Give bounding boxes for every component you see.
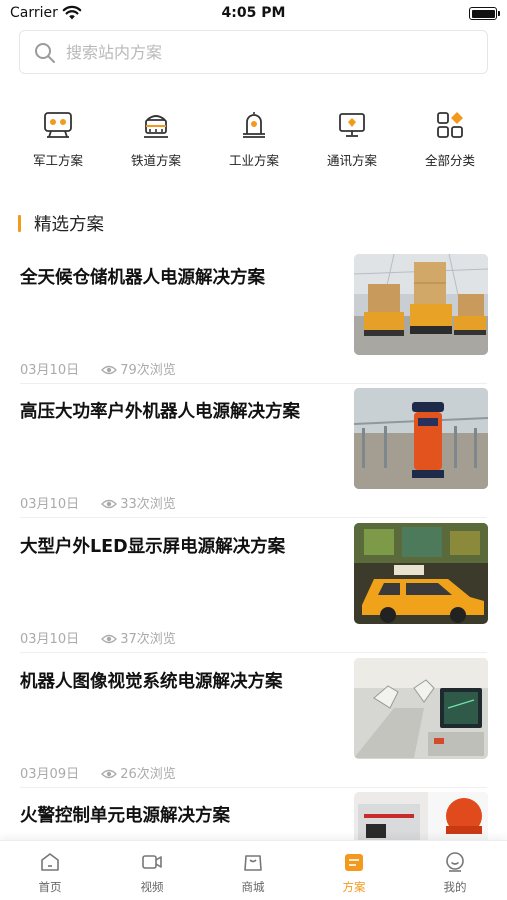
article-title: 火警控制单元电源解决方案 [20, 806, 230, 826]
article-item[interactable]: 全天候仓储机器人电源解决方案 03月10日 79次浏览 [0, 254, 507, 400]
category-label: 铁道方案 [130, 153, 181, 168]
home-icon [41, 853, 59, 871]
article-title: 机器人图像视觉系统电源解决方案 [20, 672, 283, 692]
military-icon [44, 112, 72, 138]
tab-label: 视频 [140, 880, 164, 894]
tab-label: 方案 [342, 880, 366, 894]
tab-home[interactable]: 首页 [10, 851, 90, 895]
article-date: 03月10日 [20, 632, 80, 647]
solution-icon [345, 854, 363, 871]
category-military[interactable]: 军工方案 [18, 108, 98, 170]
eye-icon [101, 634, 118, 644]
railway-icon [144, 115, 168, 138]
divider [20, 652, 487, 653]
article-views: 26次浏览 [120, 767, 176, 782]
eye-icon [101, 365, 118, 375]
outdoor-robot-image [354, 388, 488, 489]
category-railway[interactable]: 铁道方案 [116, 108, 196, 170]
divider [20, 383, 487, 384]
search-input[interactable] [66, 37, 466, 67]
tab-label: 我的 [443, 880, 467, 894]
article-item[interactable]: 高压大功率户外机器人电源解决方案 03月10日 33次浏览 [0, 388, 507, 534]
bottom-tab-bar: 首页 视频 商城 方案 我的 [0, 840, 507, 900]
industrial-icon [243, 112, 265, 138]
article-title: 大型户外LED显示屏电源解决方案 [20, 537, 286, 557]
article-date: 03月09日 [20, 767, 80, 782]
article-item[interactable]: 机器人图像视觉系统电源解决方案 03月09日 26次浏览 [0, 658, 507, 804]
tab-label: 商城 [241, 880, 265, 894]
led-display-taxi-image [354, 523, 488, 624]
video-icon [142, 855, 162, 869]
article-meta: 03月09日 26次浏览 [20, 763, 176, 782]
article-date: 03月10日 [20, 363, 80, 378]
divider [20, 787, 487, 788]
all-categories-icon [437, 112, 463, 138]
category-label: 通讯方案 [326, 153, 377, 168]
article-meta: 03月10日 37次浏览 [20, 628, 176, 647]
category-industrial[interactable]: 工业方案 [214, 108, 294, 170]
vision-system-image [354, 658, 488, 759]
tab-video[interactable]: 视频 [112, 851, 192, 895]
article-meta: 03月10日 79次浏览 [20, 359, 176, 378]
category-label: 工业方案 [228, 153, 279, 168]
eye-icon [101, 769, 118, 779]
category-communication[interactable]: 通讯方案 [312, 108, 392, 170]
tab-shop[interactable]: 商城 [213, 851, 293, 895]
search-bar[interactable] [19, 30, 488, 74]
article-views: 79次浏览 [120, 363, 176, 378]
shop-icon [244, 855, 262, 871]
communication-icon [339, 113, 365, 137]
article-date: 03月10日 [20, 497, 80, 512]
tab-profile[interactable]: 我的 [415, 851, 495, 895]
article-meta: 03月10日 33次浏览 [20, 493, 176, 512]
warehouse-robot-image [354, 254, 488, 355]
section-title: 精选方案 [34, 215, 104, 235]
tab-solution[interactable]: 方案 [314, 851, 394, 895]
section-accent-bar [18, 215, 21, 232]
status-time: 4:05 PM [221, 5, 286, 21]
status-bar: Carrier 4:05 PM [0, 0, 507, 28]
search-icon [35, 43, 55, 63]
battery-icon [469, 7, 500, 20]
tab-label: 首页 [38, 880, 62, 894]
category-label: 全部分类 [424, 153, 475, 168]
category-label: 军工方案 [32, 153, 83, 168]
profile-icon [446, 852, 464, 872]
category-row: 军工方案 铁道方案 工业方案 通讯方案 全部分类 [0, 108, 507, 170]
divider [20, 517, 487, 518]
article-title: 全天候仓储机器人电源解决方案 [20, 268, 265, 288]
article-views: 33次浏览 [120, 497, 176, 512]
eye-icon [101, 499, 118, 509]
article-title: 高压大功率户外机器人电源解决方案 [20, 402, 300, 422]
article-item[interactable]: 大型户外LED显示屏电源解决方案 03月10日 37次浏览 [0, 523, 507, 669]
article-views: 37次浏览 [120, 632, 176, 647]
category-all[interactable]: 全部分类 [410, 108, 490, 170]
